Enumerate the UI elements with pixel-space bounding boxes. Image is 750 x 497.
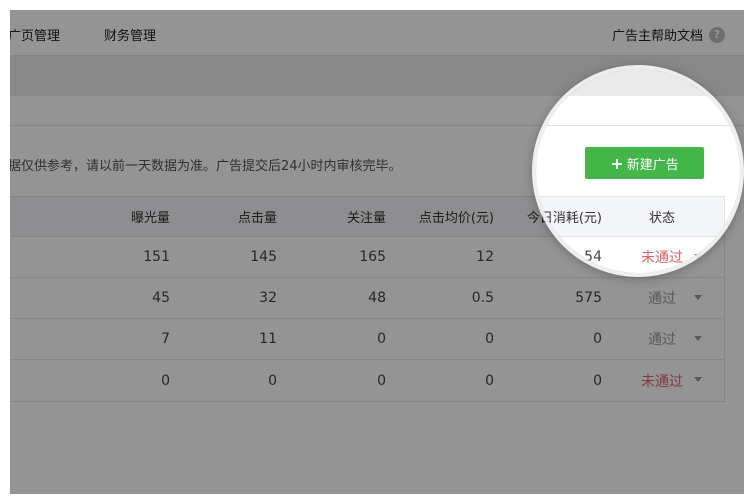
- cell-follows: 48: [368, 290, 386, 306]
- header-follows[interactable]: 关注量: [286, 197, 386, 236]
- status-badge: 未通过: [641, 373, 683, 390]
- table-row: 45 32 48 0.5 575 通过: [10, 278, 724, 319]
- ads-table: 曝光量 点击量 关注量 点击均价(元) 今日消耗(元) 状态 151 145 1…: [10, 196, 725, 402]
- cell-follows: 0: [377, 372, 386, 389]
- cell-clicks: 32: [259, 290, 277, 306]
- app-frame: 广页管理 财务管理 广告主帮助文档 ? 据仅供参考，请以前一天数据为准。广告提交…: [10, 10, 744, 494]
- cell-spend: 54: [584, 249, 602, 265]
- new-ad-label: 新建广告: [626, 157, 679, 173]
- header-spend[interactable]: 今日消耗(元): [502, 197, 602, 236]
- subnav-band: [10, 56, 744, 96]
- cell-cpc: 0: [485, 331, 494, 347]
- chevron-down-icon[interactable]: [694, 336, 702, 341]
- header-clicks[interactable]: 点击量: [177, 197, 277, 236]
- table-header: 曝光量 点击量 关注量 点击均价(元) 今日消耗(元) 状态: [10, 197, 724, 237]
- status-badge: 通过: [648, 291, 676, 307]
- status-badge: 未通过: [641, 250, 683, 266]
- table-row: 0 0 0 0 0 未通过: [10, 360, 724, 401]
- cell-cpc: 12: [476, 249, 494, 265]
- table-row: 7 11 0 0 0 通过: [10, 319, 724, 360]
- cell-impressions: 151: [143, 249, 170, 265]
- question-icon[interactable]: ?: [709, 26, 725, 43]
- cell-spend: 0: [593, 331, 602, 347]
- nav-item-ad-pages[interactable]: 广页管理: [10, 25, 60, 44]
- data-notice: 据仅供参考，请以前一天数据为准。广告提交后24小时内审核完毕。: [10, 159, 402, 174]
- cell-clicks: 11: [259, 331, 277, 347]
- top-nav: 广页管理 财务管理 广告主帮助文档 ?: [10, 10, 744, 56]
- cell-impressions: 45: [152, 290, 170, 306]
- table-row: 151 145 165 12 54 未通过: [10, 237, 724, 278]
- chevron-down-icon[interactable]: [694, 254, 702, 259]
- chevron-down-icon[interactable]: [694, 377, 702, 382]
- chevron-down-icon[interactable]: [694, 295, 702, 300]
- plus-icon: +: [610, 153, 624, 173]
- header-status[interactable]: 状态: [622, 197, 702, 236]
- help-docs-link[interactable]: 广告主帮助文档 ?: [612, 25, 725, 44]
- cell-spend: 575: [575, 290, 602, 306]
- cell-clicks: 145: [250, 249, 277, 265]
- status-badge: 通过: [648, 332, 676, 348]
- header-impressions[interactable]: 曝光量: [70, 197, 170, 236]
- cell-spend: 0: [593, 372, 602, 389]
- nav-item-finance[interactable]: 财务管理: [104, 25, 156, 44]
- cell-follows: 165: [359, 249, 386, 265]
- toolbar-band: [10, 96, 744, 126]
- header-cpc[interactable]: 点击均价(元): [394, 197, 494, 236]
- cell-follows: 0: [377, 331, 386, 347]
- cell-cpc: 0: [485, 372, 494, 389]
- cell-impressions: 0: [161, 372, 170, 389]
- cell-cpc: 0.5: [471, 290, 494, 306]
- new-ad-button[interactable]: + 新建广告: [585, 147, 704, 179]
- cell-clicks: 0: [268, 372, 277, 389]
- help-docs-label: 广告主帮助文档: [611, 29, 703, 44]
- cell-impressions: 7: [161, 331, 170, 347]
